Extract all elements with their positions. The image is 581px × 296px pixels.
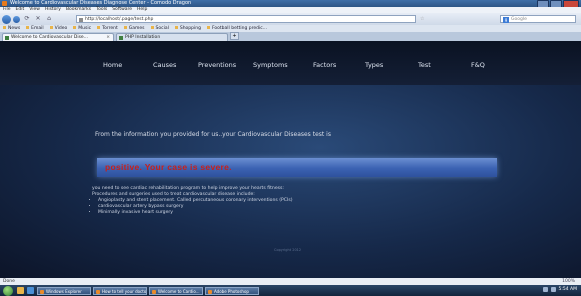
bookmark-football[interactable]: Football betting predic...	[207, 25, 267, 32]
bookmark-music[interactable]: Music	[73, 25, 91, 32]
nav-symptoms[interactable]: Symptoms	[253, 61, 288, 69]
stop-icon[interactable]: ✕	[34, 15, 42, 23]
navigation-toolbar: ⟳ ✕ ⌂ http://localhost/.page/test.php ☆ …	[0, 13, 581, 25]
home-icon[interactable]: ⌂	[45, 15, 53, 23]
bookmark-social[interactable]: Social	[151, 25, 169, 32]
nav-home[interactable]: Home	[103, 61, 122, 69]
bookmark-email[interactable]: Email	[26, 25, 44, 32]
result-intro-text: From the information you provided for us…	[95, 131, 331, 138]
site-navigation: Home Causes Preventions Symptoms Factors…	[0, 41, 581, 85]
bookmark-torrent[interactable]: Torrent	[97, 25, 118, 32]
network-icon[interactable]	[542, 287, 548, 292]
taskbar-item[interactable]: Adobe Photoshop	[205, 286, 259, 295]
tab-php-installation[interactable]: PHP Installation	[116, 33, 228, 41]
bookmark-video[interactable]: Video	[50, 25, 68, 32]
advice-block: you need to see cardiac rehabilitation p…	[92, 186, 293, 216]
address-bar[interactable]: http://localhost/.page/test.php	[76, 15, 416, 23]
taskbar-item[interactable]: Windows Explorer	[37, 286, 91, 295]
explorer-pinned-icon[interactable]	[17, 287, 24, 294]
forward-button[interactable]	[13, 15, 20, 23]
clock[interactable]: 5:54 AM	[559, 287, 578, 292]
bookmark-news[interactable]: News	[3, 25, 20, 32]
nav-types[interactable]: Types	[365, 61, 383, 69]
taskbar-item[interactable]: Welcome to Cardio...	[149, 286, 203, 295]
tab-favicon	[119, 36, 123, 40]
browser-icon	[2, 1, 7, 6]
window-title: Welcome to Cardiovascular Diseases Diagn…	[10, 0, 192, 6]
tab-strip: Welcome to Cardiovascular Dise... × PHP …	[0, 32, 581, 41]
address-url: http://localhost/.page/test.php	[85, 17, 154, 22]
taskbar: Windows Explorer How to tell your doctor…	[0, 285, 581, 296]
nav-faq[interactable]: F&Q	[471, 61, 485, 69]
nav-causes[interactable]: Causes	[153, 61, 176, 69]
tab-label: Welcome to Cardiovascular Dise...	[11, 35, 88, 40]
bookmark-star-icon[interactable]: ☆	[420, 16, 424, 22]
copyright-text: Copyright 2012	[274, 248, 302, 252]
search-input[interactable]: g Google	[500, 15, 576, 23]
status-text: Done	[3, 279, 15, 284]
procedure-item: Minimally invasive heart surgery	[98, 210, 293, 216]
procedure-list: Angioplasty and stent placement. Called …	[92, 198, 293, 216]
search-engine-icon[interactable]: g	[503, 17, 509, 23]
reload-icon[interactable]: ⟳	[23, 15, 31, 23]
volume-icon[interactable]	[550, 287, 556, 292]
tab-welcome[interactable]: Welcome to Cardiovascular Dise... ×	[2, 33, 114, 41]
bookmark-shopping[interactable]: Shopping	[175, 25, 201, 32]
status-bar: Done 100%	[0, 278, 581, 285]
nav-factors[interactable]: Factors	[313, 61, 336, 69]
nav-test[interactable]: Test	[418, 61, 431, 69]
start-button[interactable]	[3, 285, 13, 296]
window-titlebar: Welcome to Cardiovascular Diseases Diagn…	[0, 0, 581, 8]
page-viewport: Home Causes Preventions Symptoms Factors…	[0, 41, 581, 278]
tab-favicon	[5, 36, 9, 40]
system-tray: 5:54 AM	[542, 287, 578, 292]
page-favicon	[79, 18, 83, 22]
tab-label: PHP Installation	[125, 35, 161, 40]
taskbar-item[interactable]: How to tell your doctor	[93, 286, 147, 295]
nav-preventions[interactable]: Preventions	[198, 61, 236, 69]
bookmark-games[interactable]: Games	[124, 25, 145, 32]
new-tab-button[interactable]: +	[230, 32, 239, 40]
result-banner: positive. Your case is severe.	[97, 158, 497, 177]
bookmarks-bar: News Email Video Music Torrent Games Soc…	[0, 25, 581, 32]
result-text: positive. Your case is severe.	[105, 162, 232, 172]
zoom-level[interactable]: 100%	[562, 278, 575, 285]
browser-pinned-icon[interactable]	[27, 287, 34, 294]
search-placeholder: Google	[511, 17, 527, 22]
back-button[interactable]	[2, 14, 11, 24]
